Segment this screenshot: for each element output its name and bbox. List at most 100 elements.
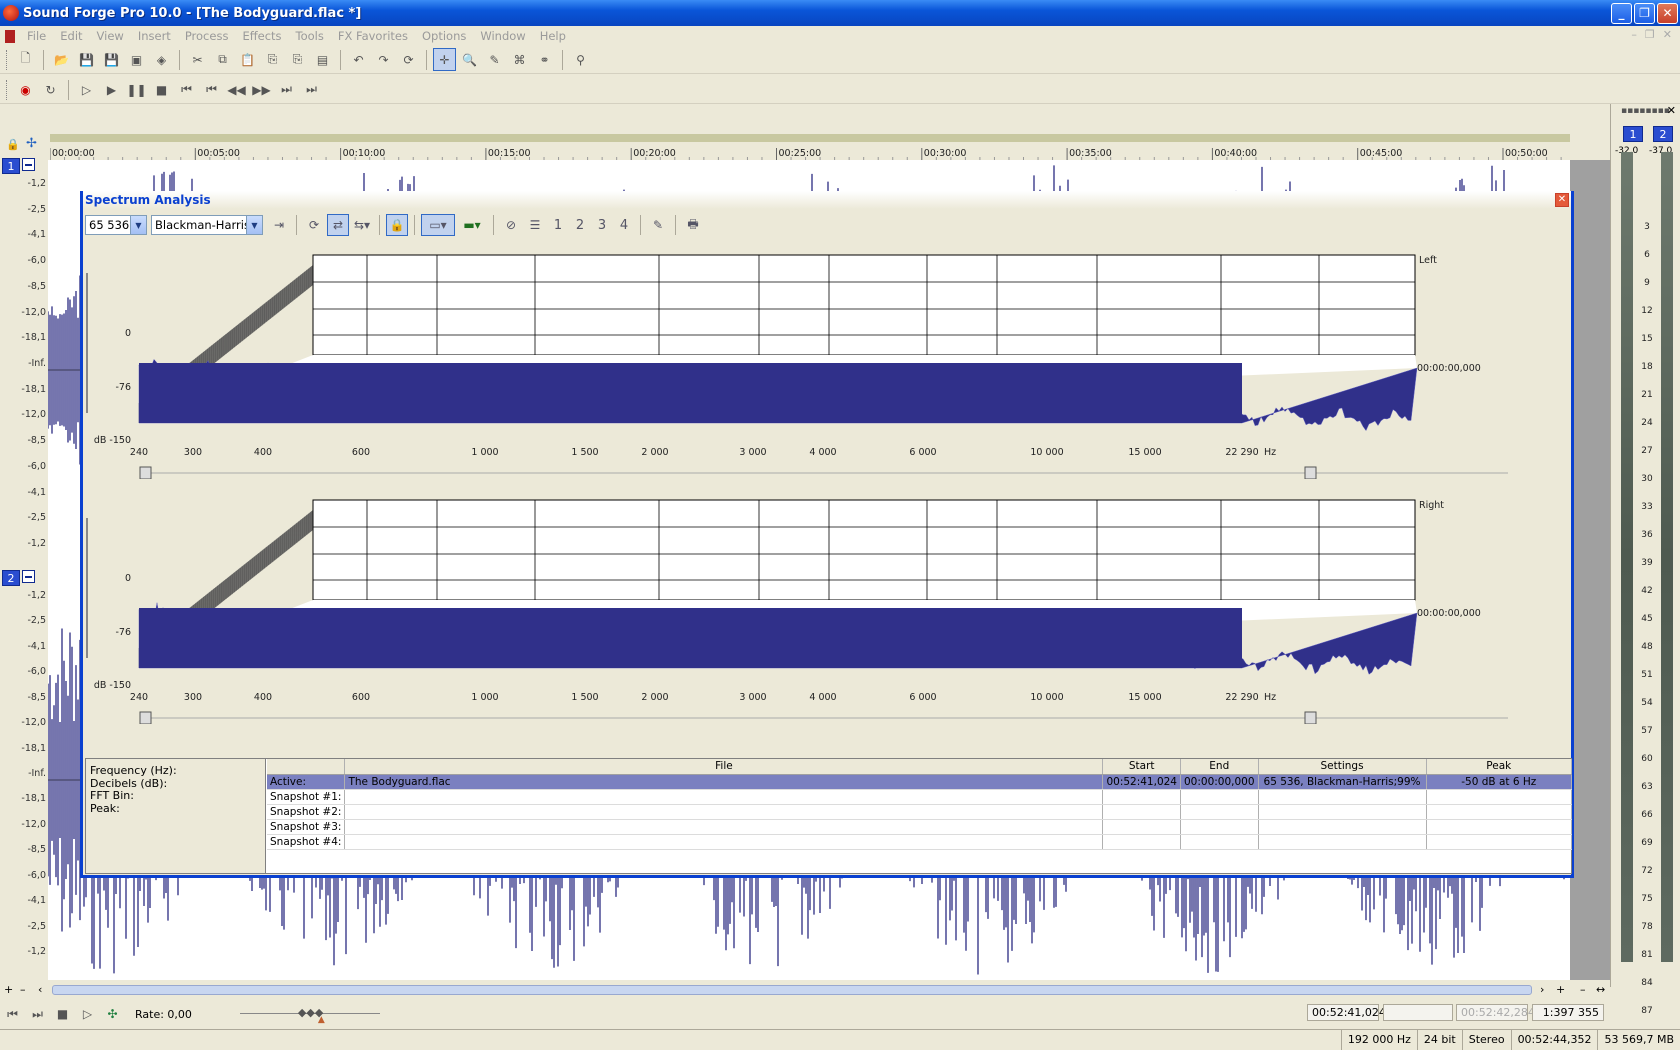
col-header-file[interactable]: File xyxy=(344,759,1104,775)
snapshot-2-button[interactable]: 2 xyxy=(569,218,591,233)
save-all-icon[interactable]: ▣ xyxy=(125,48,148,71)
meter-ch1-badge[interactable]: 1 xyxy=(1623,126,1643,142)
minimize-button[interactable]: _ xyxy=(1611,2,1632,24)
table-row[interactable]: Snapshot #4: xyxy=(267,834,1573,850)
bit-depth-status[interactable]: 24 bit xyxy=(1416,1030,1462,1050)
mdi-close-icon[interactable]: ✕ xyxy=(1663,28,1672,41)
trim-icon[interactable]: ▤ xyxy=(311,48,334,71)
magnify-tool-icon[interactable]: 🔍 xyxy=(458,48,481,71)
pause-icon[interactable]: ❚❚ xyxy=(125,78,148,101)
menu-edit[interactable]: Edit xyxy=(53,29,89,43)
stop-icon[interactable]: ■ xyxy=(150,78,173,101)
record-icon[interactable]: ◉ xyxy=(14,78,37,101)
copy-icon[interactable]: ⧉ xyxy=(211,48,234,71)
rewind-icon[interactable]: ◀◀ xyxy=(225,78,248,101)
go-start-icon[interactable]: ⏮ xyxy=(1,1003,24,1026)
col-header-end[interactable]: End xyxy=(1180,759,1259,775)
mdi-minimize-icon[interactable]: – xyxy=(1631,28,1637,41)
lock-icon[interactable]: 🔒 xyxy=(6,138,20,151)
menu-insert[interactable]: Insert xyxy=(131,29,178,43)
doc-icon[interactable] xyxy=(1,25,19,48)
zoom-out-icon[interactable]: – xyxy=(1580,983,1586,996)
menu-process[interactable]: Process xyxy=(178,29,236,43)
channel-1-minimize[interactable] xyxy=(22,158,35,171)
print-icon[interactable]: 🖶 xyxy=(682,214,704,236)
table-row[interactable]: Snapshot #1: xyxy=(267,789,1573,805)
redo-icon[interactable]: ↷ xyxy=(372,48,395,71)
prev-icon[interactable]: ⏮ xyxy=(200,78,223,101)
spectrum-plot-left[interactable]: 0 -76 dB -150240 300 400 600 1 000 1 500 2 000 3 … xyxy=(83,243,1573,479)
menu-file[interactable]: File xyxy=(20,29,53,43)
undo-icon[interactable]: ↶ xyxy=(347,48,370,71)
zoom-in-icon[interactable]: + xyxy=(4,983,13,996)
close-button[interactable]: ✕ xyxy=(1657,2,1678,24)
menu-window[interactable]: Window xyxy=(473,29,532,43)
menu-help[interactable]: Help xyxy=(533,29,573,43)
channel-2-minimize[interactable] xyxy=(22,570,35,583)
horizontal-scrollbar[interactable]: + – ‹ › + – ↔ xyxy=(0,982,1610,998)
channel-1-badge[interactable]: 1 xyxy=(2,158,20,174)
scroll-left-icon[interactable]: ‹ xyxy=(38,983,42,996)
meter-ch2-badge[interactable]: 2 xyxy=(1653,126,1673,142)
app-icon[interactable] xyxy=(3,5,19,21)
selection-start-field[interactable]: 00:52:41,024 xyxy=(1307,1004,1386,1021)
zoom-in-icon[interactable]: + xyxy=(1556,983,1565,996)
col-header-start[interactable]: Start xyxy=(1102,759,1181,775)
scroll-right-icon[interactable]: › xyxy=(1540,983,1544,996)
envelope-tool-icon[interactable]: ⌘ xyxy=(508,48,531,71)
go-start-icon[interactable]: ⏮ xyxy=(175,78,198,101)
zoom-out-icon[interactable]: – xyxy=(20,983,26,996)
color-icon[interactable]: ▬▾ xyxy=(457,214,487,236)
repeat-icon[interactable]: ⟳ xyxy=(397,48,420,71)
spectrum-close-icon[interactable]: ✕ xyxy=(1555,193,1569,207)
play-icon[interactable]: ▷ xyxy=(76,1003,99,1026)
menu-view[interactable]: View xyxy=(90,29,131,43)
next-icon[interactable]: ⏭ xyxy=(275,78,298,101)
menu-effects[interactable]: Effects xyxy=(235,29,288,43)
loop-icon[interactable]: ↻ xyxy=(39,78,62,101)
forward-icon[interactable]: ▶▶ xyxy=(250,78,273,101)
channel-2-badge[interactable]: 2 xyxy=(2,570,20,586)
zoom-fit-icon[interactable]: ↔ xyxy=(1596,983,1605,996)
graph-type-icon[interactable]: ▭▾ xyxy=(421,214,455,236)
go-end-icon[interactable]: ⏭ xyxy=(300,78,323,101)
cut-icon[interactable]: ✂ xyxy=(186,48,209,71)
paste-special-icon[interactable]: ⎘ xyxy=(261,48,284,71)
realtime-monitor-icon[interactable]: ⇄ xyxy=(327,214,349,236)
meter-close-icon[interactable]: ✕ xyxy=(1667,104,1676,117)
spectrum-plot-right[interactable]: 0 -76 dB -150240 300 400 600 1 000 1 500 2 000 3 … xyxy=(83,488,1573,724)
snapshot-3-button[interactable]: 3 xyxy=(591,218,613,233)
time-ruler[interactable]: 00:00:00 00:05:00 00:10:00 00:15:00 00:20:00… xyxy=(50,134,1570,162)
menu-options[interactable]: Options xyxy=(415,29,473,43)
channels-status[interactable]: Stereo xyxy=(1461,1030,1511,1050)
table-row[interactable]: Active: The Bodyguard.flac 00:52:41,024 … xyxy=(267,774,1573,790)
open-folder-icon[interactable]: 📂 xyxy=(50,48,73,71)
no-snapshot-icon[interactable]: ⊘ xyxy=(500,214,522,236)
event-tool-icon[interactable]: ⚭ xyxy=(533,48,556,71)
save-as-icon[interactable]: 💾 xyxy=(100,48,123,71)
pen-icon[interactable]: ✎ xyxy=(647,214,669,236)
table-row[interactable]: Snapshot #2: xyxy=(267,804,1573,820)
selection-end-field[interactable] xyxy=(1383,1004,1453,1021)
table-row[interactable]: Snapshot #3: xyxy=(267,819,1573,835)
render-icon[interactable]: ◈ xyxy=(150,48,173,71)
fft-size-select[interactable]: 65 536 ▼ xyxy=(85,215,147,235)
snap-icon[interactable]: ⚲ xyxy=(569,48,592,71)
snapshot-4-button[interactable]: 4 xyxy=(613,218,635,233)
col-header-settings[interactable]: Settings xyxy=(1258,759,1427,775)
menu-fx-favorites[interactable]: FX Favorites xyxy=(331,29,415,43)
menu-tools[interactable]: Tools xyxy=(289,29,331,43)
save-icon[interactable]: 💾 xyxy=(75,48,98,71)
snap-to-icon[interactable]: ✢ xyxy=(26,136,37,151)
play-icon[interactable]: ▶ xyxy=(100,78,123,101)
sample-rate-status[interactable]: 192 000 Hz xyxy=(1340,1030,1417,1050)
mix-icon[interactable]: ⎘ xyxy=(286,48,309,71)
go-end-icon[interactable]: ⏭ xyxy=(26,1003,49,1026)
play-all-icon[interactable]: ▷ xyxy=(75,78,98,101)
snapshot-list-icon[interactable]: ☰ xyxy=(524,214,546,236)
selection-length-field[interactable]: 00:52:42,284 xyxy=(1456,1004,1535,1021)
stop-icon[interactable]: ■ xyxy=(51,1003,74,1026)
maximize-button[interactable]: ❐ xyxy=(1634,2,1655,24)
playlist-icon[interactable]: ✣ xyxy=(101,1003,124,1026)
edit-tool-icon[interactable]: ✛ xyxy=(433,48,456,71)
